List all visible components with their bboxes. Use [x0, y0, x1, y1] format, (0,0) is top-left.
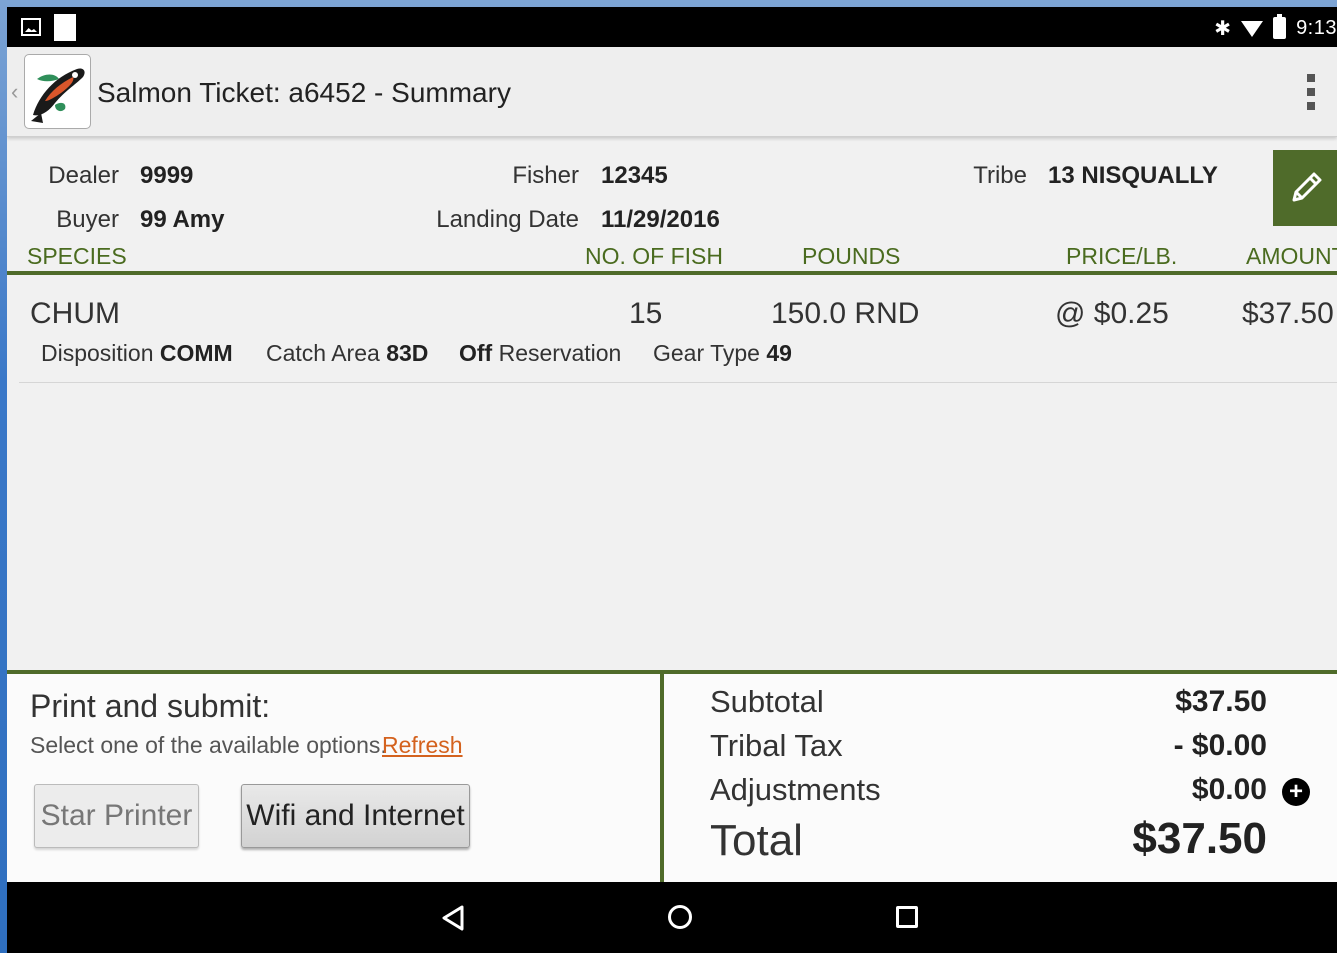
catch-area-label: Catch Area [266, 340, 380, 366]
recent-apps-icon[interactable] [896, 906, 918, 928]
column-no-of-fish: NO. OF FISH [585, 243, 723, 269]
status-time: 9:13 [1296, 16, 1337, 39]
edit-button[interactable] [1273, 150, 1337, 226]
catch-area-value: 83D [386, 340, 429, 366]
adjustments-value: $0.00 [1191, 773, 1267, 806]
column-amount: AMOUNT [1246, 243, 1337, 269]
reservation: Off Reservation [459, 340, 621, 367]
tribal-tax-value: - $0.00 [1173, 729, 1267, 762]
disposition-label: Disposition [41, 340, 154, 366]
plus-circle-icon[interactable]: + [1282, 778, 1310, 806]
tribal-tax-label: Tribal Tax [710, 728, 843, 763]
status-bar: ✱ 9:13 [7, 7, 1337, 47]
battery-icon [1273, 14, 1287, 39]
wifi-icon [1241, 21, 1264, 37]
pounds-value: 150.0 RND [771, 297, 920, 330]
tribe-label: Tribe [973, 162, 1027, 189]
landing-date-value: 11/29/2016 [601, 206, 720, 233]
column-price: PRICE/LB. [1066, 243, 1178, 269]
column-species: SPECIES [27, 243, 127, 269]
gear-type-value: 49 [766, 340, 792, 366]
totals-panel: Subtotal $37.50 Tribal Tax - $0.00 Adjus… [664, 674, 1337, 882]
catch-area: Catch Area 83D [266, 340, 428, 367]
column-pounds: POUNDS [802, 243, 901, 269]
no-of-fish-value: 15 [629, 297, 663, 330]
species-value: CHUM [30, 297, 120, 330]
reservation-label: Reservation [498, 340, 622, 366]
tribe-value: 13 NISQUALLY [1048, 162, 1218, 189]
reservation-value: Off [459, 340, 493, 366]
print-subtitle: Select one of the available options. [30, 732, 387, 758]
salmon-logo[interactable] [24, 54, 91, 129]
home-icon[interactable] [668, 905, 692, 929]
landing-date-label: Landing Date [436, 206, 579, 233]
refresh-link[interactable]: Refresh [382, 732, 463, 759]
document-icon [54, 14, 76, 41]
bluetooth-icon: ✱ [1214, 17, 1232, 40]
print-panel: Print and submit: Select one of the avai… [7, 674, 660, 882]
status-icons: ✱ 9:13 [1214, 14, 1337, 41]
wifi-internet-button[interactable]: Wifi and Internet [241, 784, 470, 848]
total-value: $37.50 [1132, 814, 1267, 863]
gear-type: Gear Type 49 [653, 340, 792, 367]
gear-type-label: Gear Type [653, 340, 760, 366]
page-title: Salmon Ticket: a6452 - Summary [97, 77, 511, 108]
disposition-value: COMM [159, 340, 233, 366]
ticket-header: Dealer 9999 Buyer 99 Amy Fisher 12345 La… [7, 138, 1337, 275]
buyer-label: Buyer [56, 206, 119, 233]
subtotal-label: Subtotal [710, 684, 824, 719]
dealer-value: 9999 [140, 162, 194, 189]
fisher-label: Fisher [512, 162, 579, 189]
buyer-value: 99 Amy [140, 206, 225, 233]
dealer-label: Dealer [48, 162, 119, 189]
back-icon[interactable] [440, 904, 466, 932]
disposition: Disposition COMM [41, 340, 233, 367]
image-icon [21, 18, 41, 36]
price-value: @ $0.25 [1055, 297, 1169, 330]
star-printer-button[interactable]: Star Printer [34, 784, 199, 848]
total-label: Total [710, 816, 803, 865]
action-bar: ‹ Salmon Ticket: a6452 - Summary [7, 47, 1337, 137]
subtotal-value: $37.50 [1175, 685, 1267, 718]
up-caret-icon[interactable]: ‹ [11, 79, 18, 105]
tablet-screen: ✱ 9:13 ‹ Salmon Ticket: a6452 - Summary … [7, 7, 1337, 953]
amount-value: $37.50 [1242, 297, 1334, 330]
navigation-bar [7, 882, 1337, 953]
pencil-icon [1292, 172, 1322, 202]
adjustments-label: Adjustments [710, 772, 881, 807]
overflow-menu-icon[interactable] [1307, 74, 1317, 110]
print-title: Print and submit: [30, 688, 271, 724]
fisher-value: 12345 [601, 162, 668, 189]
table-row[interactable]: CHUM 15 150.0 RND @ $0.25 $37.50 Disposi… [19, 275, 1337, 383]
